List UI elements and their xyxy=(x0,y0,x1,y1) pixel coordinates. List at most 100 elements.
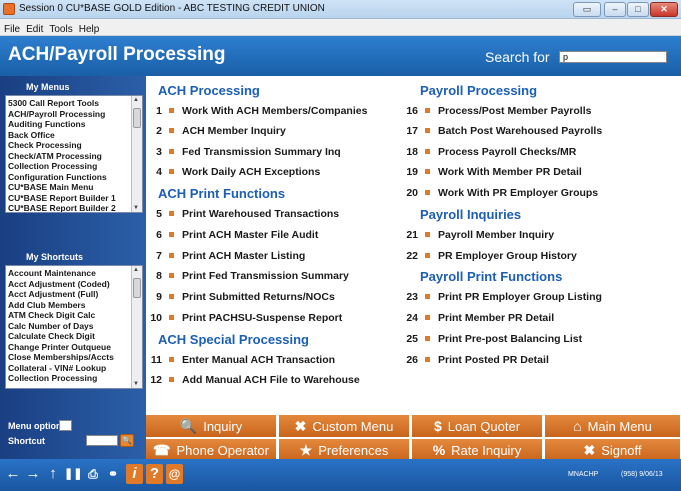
item-label: Add Manual ACH File to Warehouse xyxy=(182,374,360,386)
bullet-icon xyxy=(425,169,430,175)
item-number: 8 xyxy=(156,270,162,282)
menu-item[interactable]: 20 Work With PR Employer Groups xyxy=(402,186,598,200)
bullet-icon xyxy=(169,253,174,259)
menu-item[interactable]: 26 Print Posted PR Detail xyxy=(402,353,549,367)
menu-edit[interactable]: Edit xyxy=(22,22,45,35)
list-item[interactable]: CU*BASE Report Builder 2 xyxy=(6,203,142,212)
my-shortcuts-list[interactable]: Account Maintenance Acct Adjustment (Cod… xyxy=(5,265,143,389)
list-item[interactable]: Account Maintenance xyxy=(6,268,142,279)
menu-file[interactable]: File xyxy=(0,22,22,35)
my-shortcuts-scrollbar[interactable]: ▲ ▼ xyxy=(131,266,142,388)
list-item[interactable]: Back Office xyxy=(6,130,142,141)
list-item[interactable]: Calc Number of Days xyxy=(6,321,142,332)
list-item[interactable]: Auditing Functions xyxy=(6,119,142,130)
link-icon[interactable]: ⚭ xyxy=(104,464,122,484)
list-item[interactable]: Configuration Functions xyxy=(6,172,142,183)
list-item[interactable]: Check Processing xyxy=(6,140,142,151)
up-arrow-icon[interactable]: ↑ xyxy=(44,464,62,484)
list-item[interactable]: Collection Processing xyxy=(6,161,142,172)
rate-inquiry-button[interactable]: % Rate Inquiry xyxy=(412,439,543,461)
main-menu-button[interactable]: ⌂ Main Menu xyxy=(545,415,681,437)
menu-item[interactable]: 10 Print PACHSU-Suspense Report xyxy=(146,311,342,325)
forward-arrow-icon[interactable]: → xyxy=(24,464,42,484)
menu-item[interactable]: 21 Payroll Member Inquiry xyxy=(402,228,554,242)
list-item[interactable]: Calculate Check Digit xyxy=(6,331,142,342)
menu-item[interactable]: 16 Process/Post Member Payrolls xyxy=(402,104,591,118)
menu-tools[interactable]: Tools xyxy=(45,22,74,35)
help-icon[interactable]: ? xyxy=(146,464,163,484)
minimize-button[interactable]: – xyxy=(604,2,626,17)
back-arrow-icon[interactable]: ← xyxy=(4,464,22,484)
list-item[interactable]: Acct Adjustment (Full) xyxy=(6,289,142,300)
menu-item[interactable]: 25 Print Pre-post Balancing List xyxy=(402,332,582,346)
list-item[interactable]: Change Printer Outqueue xyxy=(6,342,142,353)
list-item[interactable]: Collection Processing xyxy=(6,373,142,384)
list-item[interactable]: Collateral - VIN# Lookup xyxy=(6,363,142,374)
search-input[interactable]: p xyxy=(559,51,667,63)
list-item[interactable]: CU*BASE Main Menu xyxy=(6,182,142,193)
list-item[interactable]: Add Club Members xyxy=(6,300,142,311)
item-label: Batch Post Warehoused Payrolls xyxy=(438,125,603,137)
x-icon: ✖ xyxy=(583,442,596,458)
list-item[interactable]: CU*BASE Report Builder 1 xyxy=(6,193,142,204)
scroll-up-icon[interactable]: ▲ xyxy=(133,267,139,273)
my-menus-list[interactable]: 5300 Call Report Tools ACH/Payroll Proce… xyxy=(5,95,143,213)
scroll-down-icon[interactable]: ▼ xyxy=(133,205,139,211)
action-button-panel: 🔍 Inquiry ✖ Custom Menu $ Loan Quoter ⌂ Main… xyxy=(146,413,681,461)
custom-menu-button[interactable]: ✖ Custom Menu xyxy=(279,415,410,437)
list-item[interactable]: ATM Check Digit Calc xyxy=(6,310,142,321)
list-item[interactable]: ACH/Payroll Processing xyxy=(6,109,142,120)
phone-operator-button[interactable]: ☎ Phone Operator xyxy=(146,439,277,461)
menu-item[interactable]: 4 Work Daily ACH Exceptions xyxy=(146,165,320,179)
menu-item[interactable]: 1 Work With ACH Members/Companies xyxy=(146,104,367,118)
menu-option-input[interactable] xyxy=(59,420,72,431)
bullet-icon xyxy=(425,190,430,196)
restore-screen-icon[interactable]: ▭ xyxy=(573,2,601,17)
preferences-button[interactable]: ★ Preferences xyxy=(279,439,410,461)
menu-item[interactable]: 18 Process Payroll Checks/MR xyxy=(402,145,576,159)
inquiry-button[interactable]: 🔍 Inquiry xyxy=(146,415,277,437)
menu-item[interactable]: 17 Batch Post Warehoused Payrolls xyxy=(402,124,602,138)
printer-icon[interactable]: ⎙ xyxy=(84,464,102,484)
menu-help[interactable]: Help xyxy=(75,22,102,35)
menu-item[interactable]: 2 ACH Member Inquiry xyxy=(146,124,286,138)
menu-item[interactable]: 19 Work With Member PR Detail xyxy=(402,165,582,179)
menu-item[interactable]: 11 Enter Manual ACH Transaction xyxy=(146,353,335,367)
loan-quoter-button[interactable]: $ Loan Quoter xyxy=(412,415,543,437)
shortcut-input[interactable] xyxy=(86,435,118,446)
scroll-down-icon[interactable]: ▼ xyxy=(133,381,139,387)
maximize-button[interactable]: □ xyxy=(627,2,649,17)
scroll-up-icon[interactable]: ▲ xyxy=(133,97,139,103)
window-title: Session 0 CU*BASE GOLD Edition - ABC TES… xyxy=(19,3,325,14)
signoff-button[interactable]: ✖ Signoff xyxy=(545,439,681,461)
info-icon[interactable]: i xyxy=(126,464,143,484)
menu-item[interactable]: 3 Fed Transmission Summary Inq xyxy=(146,145,341,159)
app-icon xyxy=(3,3,15,15)
item-number: 11 xyxy=(150,354,162,366)
menu-item[interactable]: 7 Print ACH Master Listing xyxy=(146,249,305,263)
close-button[interactable]: ✕ xyxy=(650,2,678,17)
item-label: Work Daily ACH Exceptions xyxy=(182,166,321,178)
pause-icon[interactable]: ❚❚ xyxy=(64,464,82,484)
menu-item[interactable]: 8 Print Fed Transmission Summary xyxy=(146,269,349,283)
menu-item[interactable]: 24 Print Member PR Detail xyxy=(402,311,554,325)
menu-item[interactable]: 12 Add Manual ACH File to Warehouse xyxy=(146,373,360,387)
menu-item[interactable]: 22 PR Employer Group History xyxy=(402,249,577,263)
button-label: Main Menu xyxy=(587,419,652,434)
item-number: 19 xyxy=(406,166,418,178)
email-icon[interactable]: @ xyxy=(166,464,183,484)
list-item[interactable]: 5300 Call Report Tools xyxy=(6,98,142,109)
list-item[interactable]: Close Memberships/Accts xyxy=(6,352,142,363)
item-number: 5 xyxy=(156,208,162,220)
bullet-icon xyxy=(425,315,430,321)
list-item[interactable]: Check/ATM Processing xyxy=(6,151,142,162)
scroll-thumb[interactable] xyxy=(133,108,141,128)
my-menus-scrollbar[interactable]: ▲ ▼ xyxy=(131,96,142,212)
shortcut-search-icon[interactable]: 🔍 xyxy=(120,434,134,447)
list-item[interactable]: Acct Adjustment (Coded) xyxy=(6,279,142,290)
menu-item[interactable]: 5 Print Warehoused Transactions xyxy=(146,207,339,221)
menu-item[interactable]: 6 Print ACH Master File Audit xyxy=(146,228,318,242)
menu-item[interactable]: 23 Print PR Employer Group Listing xyxy=(402,290,602,304)
scroll-thumb[interactable] xyxy=(133,278,141,298)
menu-item[interactable]: 9 Print Submitted Returns/NOCs xyxy=(146,290,335,304)
